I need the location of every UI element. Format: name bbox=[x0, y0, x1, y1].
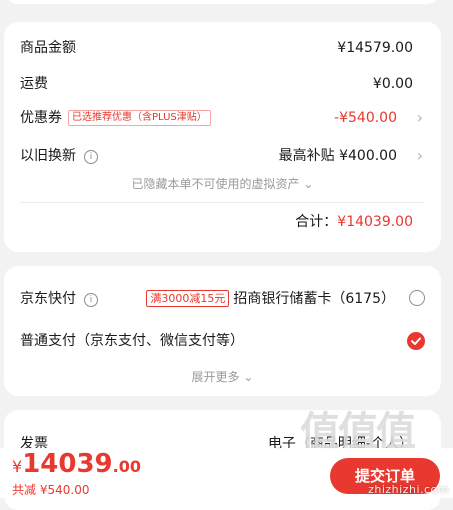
shipping-value: ¥0.00 bbox=[372, 76, 413, 92]
goods-amount-label: 商品金额 bbox=[20, 40, 76, 56]
radio-checked-icon[interactable] bbox=[407, 332, 425, 350]
info-icon[interactable]: i bbox=[84, 150, 98, 164]
coupon-label-group: 优惠券 已选推荐优惠（含PLUS津贴） bbox=[20, 108, 211, 128]
coupon-badge: 已选推荐优惠（含PLUS津贴） bbox=[68, 110, 211, 126]
total-value: ¥14039.00 bbox=[337, 214, 413, 230]
expand-more-text: 展开更多 bbox=[191, 370, 240, 384]
jd-quickpay-label-group: 京东快付 i bbox=[20, 289, 98, 309]
divider bbox=[20, 202, 425, 203]
coupon-label: 优惠券 bbox=[20, 110, 62, 126]
goods-amount-value: ¥14579.00 bbox=[337, 40, 413, 56]
chevron-right-icon: › bbox=[416, 108, 423, 127]
order-summary-card: 商品金额 ¥14579.00 运费 ¥0.00 优惠券 已选推荐优惠（含PLUS津… bbox=[4, 22, 441, 252]
tradein-label: 以旧换新 bbox=[20, 148, 76, 164]
payment-card: 京东快付 i 满3000减15元 招商银行储蓄卡（6175） 普通支付（京东支付、微… bbox=[4, 266, 441, 396]
currency-symbol: ¥ bbox=[12, 457, 23, 476]
jd-quickpay-detail: 满3000减15元 招商银行储蓄卡（6175） bbox=[146, 289, 395, 309]
info-icon[interactable]: i bbox=[84, 293, 98, 307]
total-decimal: .00 bbox=[112, 457, 141, 476]
coupon-value: -¥540.00 bbox=[334, 110, 397, 126]
top-card-fragment bbox=[4, 0, 441, 4]
expand-more-toggle[interactable]: 展开更多 ⌄ bbox=[20, 367, 425, 387]
hidden-assets-text: 已隐藏本单不可使用的虚拟资产 bbox=[131, 177, 300, 191]
tradein-label-group: 以旧换新 i bbox=[20, 146, 98, 166]
hidden-assets-toggle[interactable]: 已隐藏本单不可使用的虚拟资产 ⌄ bbox=[20, 174, 425, 194]
saved-amount: 共减 ¥540.00 bbox=[12, 481, 89, 498]
promo-badge: 满3000减15元 bbox=[146, 290, 230, 307]
bottom-total: ¥14039.00 bbox=[12, 449, 141, 479]
tradein-value: 最高补贴 ¥400.00 bbox=[278, 148, 397, 164]
total-label: 合计： bbox=[295, 214, 338, 230]
saved-label: 共减 bbox=[12, 483, 37, 497]
shipping-label: 运费 bbox=[20, 76, 48, 92]
chevron-down-icon: ⌄ bbox=[303, 177, 314, 191]
jd-quickpay-label: 京东快付 bbox=[20, 291, 76, 307]
saved-value: ¥540.00 bbox=[39, 483, 90, 497]
radio-unchecked-icon[interactable] bbox=[409, 290, 425, 306]
chevron-right-icon: › bbox=[416, 146, 423, 165]
bank-card-label: 招商银行储蓄卡（6175） bbox=[233, 291, 395, 307]
normal-pay-label: 普通支付（京东支付、微信支付等） bbox=[20, 333, 244, 349]
total-integer: 14039 bbox=[22, 449, 113, 479]
chevron-down-icon: ⌄ bbox=[243, 370, 254, 384]
watermark-url: zhizhizhi.com bbox=[368, 483, 449, 496]
